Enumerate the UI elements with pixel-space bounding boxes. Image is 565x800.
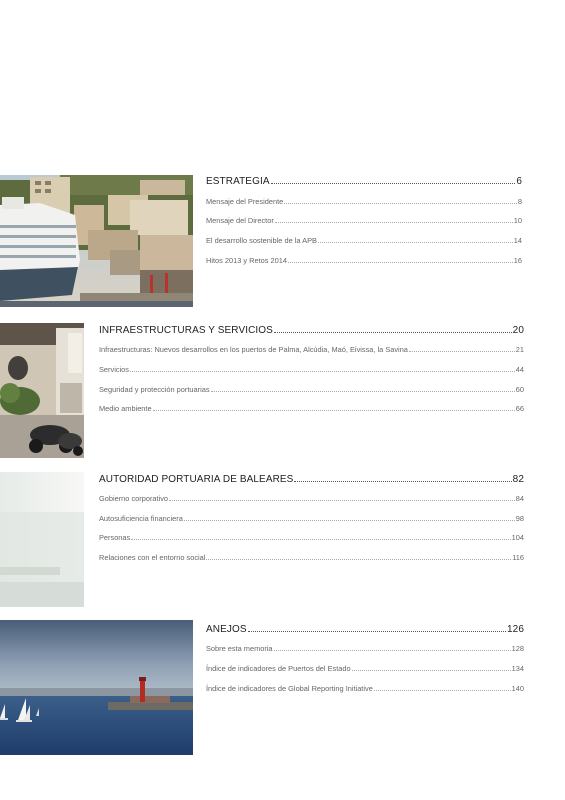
dot-leader xyxy=(373,690,511,691)
dot-leader xyxy=(169,500,515,501)
section-page-number: 82 xyxy=(512,474,524,485)
toc-entry-page: 104 xyxy=(511,533,524,542)
toc-entry[interactable]: Infraestructuras: Nuevos desarrollos en … xyxy=(99,343,524,354)
toc-entry-label: Relaciones con el entorno social xyxy=(99,553,206,562)
dot-leader xyxy=(284,203,517,204)
dot-leader xyxy=(294,481,512,482)
toc-entry[interactable]: Personas 104 xyxy=(99,531,524,542)
dot-leader xyxy=(183,520,515,521)
toc-section-infraestructuras[interactable]: INFRAESTRUCTURAS Y SERVICIOS 20 xyxy=(99,322,524,336)
toc-entry-page: 140 xyxy=(511,684,524,693)
toc-entry[interactable]: Mensaje del Presidente 8 xyxy=(206,195,522,206)
toc-entry-label: El desarrollo sostenible de la APB xyxy=(206,236,317,245)
toc-entry[interactable]: Índice de indicadores de Global Reportin… xyxy=(206,682,524,693)
toc-entry[interactable]: Sobre esta memoria 128 xyxy=(206,642,524,653)
dot-leader xyxy=(129,371,515,372)
toc-entry-page: 66 xyxy=(515,404,524,413)
section-page-number: 6 xyxy=(516,176,522,187)
toc-entry-label: Autosuficiencia financiera xyxy=(99,514,183,523)
toc-entry-page: 8 xyxy=(517,197,522,206)
toc-entry-label: Hitos 2013 y Retos 2014 xyxy=(206,256,287,265)
dot-leader xyxy=(131,539,511,540)
toc-entry-page: 134 xyxy=(511,664,524,673)
palma-harbour-photo xyxy=(0,175,193,307)
toc-entry-page: 84 xyxy=(515,494,524,503)
dot-leader xyxy=(210,391,515,392)
dot-leader xyxy=(408,351,515,352)
toc-entry-label: Personas xyxy=(99,533,131,542)
toc-entry-page: 116 xyxy=(512,553,524,562)
toc-entry[interactable]: Gobierno corporativo 84 xyxy=(99,492,524,503)
toc-entry-page: 10 xyxy=(513,216,522,225)
toc-entry-page: 98 xyxy=(515,514,524,523)
dot-leader xyxy=(273,332,512,333)
section-title: INFRAESTRUCTURAS Y SERVICIOS xyxy=(99,325,273,336)
dot-leader xyxy=(351,670,511,671)
dot-leader xyxy=(270,183,516,184)
toc-entry[interactable]: Servicios 44 xyxy=(99,363,524,374)
section-title: AUTORIDAD PORTUARIA DE BALEARES xyxy=(99,474,294,485)
toc-entry-page: 21 xyxy=(515,345,524,354)
toc-entry-label: Índice de indicadores de Puertos del Est… xyxy=(206,664,351,673)
toc-entry-label: Gobierno corporativo xyxy=(99,494,169,503)
toc-entry[interactable]: Seguridad y protección portuarias 60 xyxy=(99,383,524,394)
dot-leader xyxy=(247,631,506,632)
toc-entry-page: 60 xyxy=(515,385,524,394)
toc-entry-label: Seguridad y protección portuarias xyxy=(99,385,210,394)
toc-entry-label: Mensaje del Director xyxy=(206,216,274,225)
dot-leader xyxy=(274,222,513,223)
dot-leader xyxy=(152,410,515,411)
port-building-entrance-photo xyxy=(0,323,84,458)
toc-section-autoridad-portuaria[interactable]: AUTORIDAD PORTUARIA DE BALEARES 82 xyxy=(99,471,524,485)
toc-entry[interactable]: El desarrollo sostenible de la APB 14 xyxy=(206,234,522,245)
lighthouse-sailboats-photo xyxy=(0,620,193,755)
toc-entry[interactable]: Autosuficiencia financiera 98 xyxy=(99,512,524,523)
faded-sea-photo xyxy=(0,472,84,607)
dot-leader xyxy=(287,262,513,263)
toc-entry-label: Sobre esta memoria xyxy=(206,644,273,653)
toc-entry[interactable]: Mensaje del Director 10 xyxy=(206,214,522,225)
section-page-number: 126 xyxy=(507,624,524,635)
dot-leader xyxy=(317,242,513,243)
toc-entry-label: Medio ambiente xyxy=(99,404,152,413)
toc-entry-label: Servicios xyxy=(99,365,129,374)
toc-entry-page: 44 xyxy=(515,365,524,374)
section-title: ESTRATEGIA xyxy=(206,176,270,187)
toc-entry-page: 14 xyxy=(513,236,522,245)
section-title: ANEJOS xyxy=(206,624,247,635)
toc-entry-page: 128 xyxy=(511,644,524,653)
toc-entry-page: 16 xyxy=(513,256,522,265)
toc-entry[interactable]: Relaciones con el entorno social 116 xyxy=(99,551,524,562)
toc-entry[interactable]: Hitos 2013 y Retos 2014 16 xyxy=(206,254,522,265)
toc-section-estrategia[interactable]: ESTRATEGIA 6 xyxy=(206,173,522,187)
toc-entry[interactable]: Índice de indicadores de Puertos del Est… xyxy=(206,662,524,673)
section-page-number: 20 xyxy=(512,325,524,336)
toc-entry-label: Mensaje del Presidente xyxy=(206,197,284,206)
toc-section-anejos[interactable]: ANEJOS 126 xyxy=(206,621,524,635)
toc-entry-label: Infraestructuras: Nuevos desarrollos en … xyxy=(99,345,408,354)
dot-leader xyxy=(206,559,512,560)
toc-entry-label: Índice de indicadores de Global Reportin… xyxy=(206,684,373,693)
dot-leader xyxy=(273,650,511,651)
toc-entry[interactable]: Medio ambiente 66 xyxy=(99,402,524,413)
